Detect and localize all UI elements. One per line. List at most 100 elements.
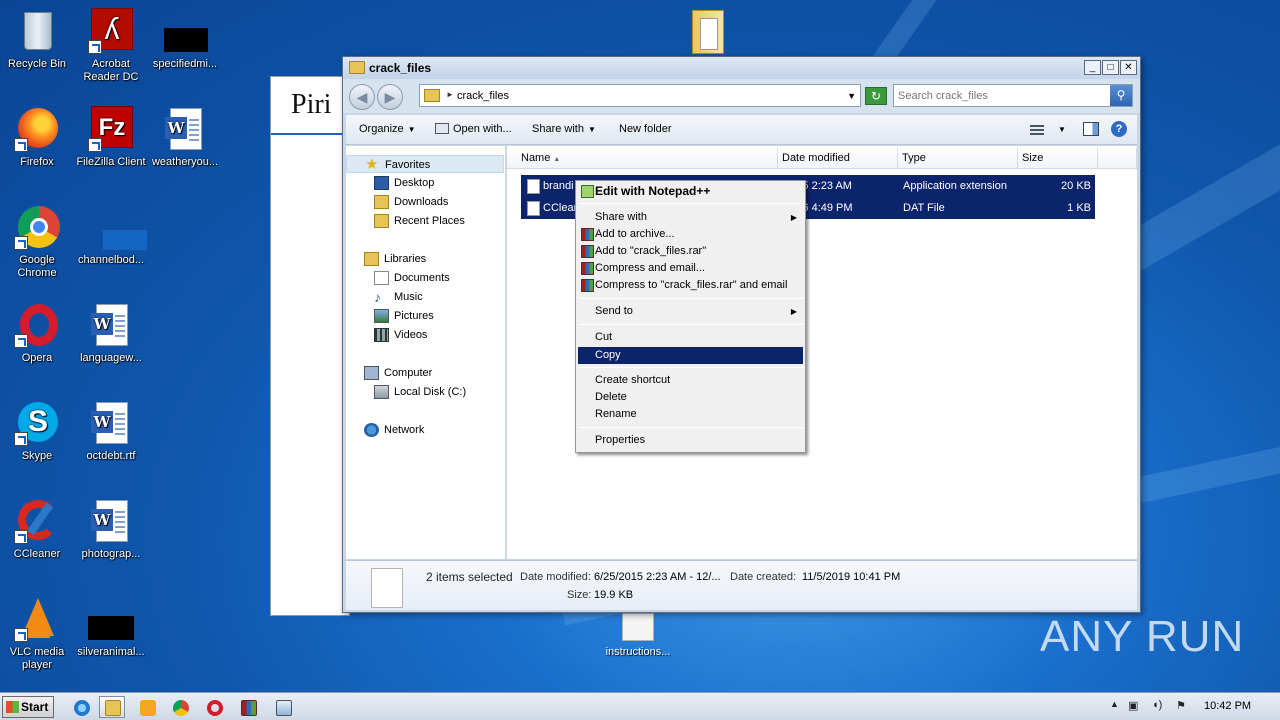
preview-pane-icon[interactable] <box>1083 122 1099 136</box>
search-box[interactable]: ⚲ <box>893 84 1133 107</box>
desktop-icon-label: languagew... <box>80 352 142 364</box>
column-header-type[interactable]: Type <box>898 148 1018 169</box>
desktop-icon-skype[interactable]: S Skype <box>0 400 74 463</box>
chevron-right-icon[interactable]: ► <box>446 90 454 99</box>
dll-file-icon <box>527 179 540 194</box>
media-player-icon <box>140 700 156 716</box>
desktop-icon-instructions[interactable]: instructions... <box>588 613 688 658</box>
command-bar: Organize ▼ Open with... Share with ▼ New f… <box>346 115 1137 145</box>
nav-item-computer[interactable]: Computer <box>346 364 504 382</box>
refresh-button[interactable]: ↻ <box>865 87 887 105</box>
desktop-icon-firefox[interactable]: Firefox <box>0 106 74 169</box>
share-with-button[interactable]: Share with ▼ <box>532 123 596 135</box>
nav-item-libraries[interactable]: Libraries <box>346 250 504 268</box>
action-center-flag-icon[interactable]: ⚑ <box>1176 699 1186 712</box>
column-header-date-modified[interactable]: Date modified <box>778 148 898 169</box>
folder-icon[interactable] <box>690 6 726 54</box>
taskbar-media-player[interactable] <box>134 696 160 718</box>
menu-item-copy[interactable]: Copy <box>578 347 803 364</box>
search-icon[interactable]: ⚲ <box>1110 85 1132 106</box>
desktop-icon-acrobat[interactable]: ʎ Acrobat Reader DC <box>74 8 148 84</box>
show-hidden-icons-icon[interactable]: ▲ <box>1110 699 1119 709</box>
nav-item-recent-places[interactable]: Recent Places <box>346 212 504 230</box>
forward-button[interactable]: ▶ <box>377 84 403 110</box>
search-input[interactable] <box>898 88 1108 104</box>
taskbar-opera[interactable] <box>201 696 227 718</box>
desktop-icon-channelbod[interactable]: channelbod... <box>74 204 148 267</box>
desktop-icon-chrome[interactable]: Google Chrome <box>0 204 74 280</box>
minimize-button[interactable]: _ <box>1084 60 1101 75</box>
menu-item-cut[interactable]: Cut <box>578 329 803 346</box>
address-bar[interactable]: ► crack_files ▼ <box>419 84 861 107</box>
chevron-down-icon[interactable]: ▼ <box>1058 125 1066 134</box>
chevron-right-icon: ▶ <box>790 307 797 316</box>
column-header-name[interactable]: Name ▲ <box>507 148 778 169</box>
nav-item-videos[interactable]: Videos <box>346 326 504 344</box>
start-button[interactable]: Start <box>2 696 54 718</box>
menu-item-delete[interactable]: Delete <box>578 389 803 406</box>
desktop-icon-specifiedmi[interactable]: specifiedmi... <box>148 8 222 71</box>
nav-item-documents[interactable]: Documents <box>346 269 504 287</box>
clock[interactable]: 10:42 PM <box>1204 700 1251 712</box>
desktop-icon-label: VLC media player <box>9 646 65 671</box>
desktop-icon-ccleaner[interactable]: CCleaner <box>0 498 74 561</box>
menu-item-compress-rar-email[interactable]: Compress to "crack_files.rar" and email <box>578 277 803 294</box>
nav-item-network[interactable]: Network <box>346 421 504 439</box>
help-icon[interactable]: ? <box>1111 121 1127 137</box>
title-bar[interactable]: crack_files _ □ ✕ <box>343 57 1140 79</box>
organize-button[interactable]: Organize ▼ <box>359 123 416 135</box>
text-file-icon <box>622 613 654 641</box>
close-button[interactable]: ✕ <box>1120 60 1137 75</box>
menu-item-add-archive[interactable]: Add to archive... <box>578 226 803 243</box>
winrar-icon <box>581 245 594 258</box>
desktop-icon-octdebt[interactable]: W octdebt.rtf <box>74 400 148 463</box>
menu-item-share-with[interactable]: Share with ▶ <box>578 209 803 226</box>
nav-item-music[interactable]: ♪ Music <box>346 288 504 306</box>
menu-item-label: Compress to "crack_files.rar" and email <box>595 279 788 291</box>
menu-item-properties[interactable]: Properties <box>578 432 803 449</box>
desktop-icon-silveranimal[interactable]: silveranimal... <box>74 596 148 659</box>
desktop-icon-languagew[interactable]: W languagew... <box>74 302 148 365</box>
desktop-icon-vlc[interactable]: VLC media player <box>0 596 74 672</box>
menu-item-compress-email[interactable]: Compress and email... <box>578 260 803 277</box>
view-options-icon[interactable] <box>1030 125 1044 135</box>
desktop-icon-opera[interactable]: Opera <box>0 302 74 365</box>
new-folder-button[interactable]: New folder <box>619 123 672 135</box>
desktop-icon-weatheryou[interactable]: W weatheryou... <box>148 106 222 169</box>
desktop-icon-filezilla[interactable]: Fz FileZilla Client <box>74 106 148 169</box>
volume-icon[interactable]: ◖) <box>1152 699 1162 711</box>
menu-item-edit-notepad[interactable]: Edit with Notepad++ <box>578 183 803 200</box>
open-with-label: Open with... <box>453 123 512 135</box>
taskbar-chrome[interactable] <box>167 696 193 718</box>
sort-up-icon: ▲ <box>553 156 561 163</box>
column-header-size[interactable]: Size <box>1018 148 1098 169</box>
nav-item-desktop[interactable]: Desktop <box>346 174 504 192</box>
menu-item-create-shortcut[interactable]: Create shortcut <box>578 372 803 389</box>
background-window[interactable]: Piri <box>270 76 351 616</box>
back-button[interactable]: ◀ <box>349 84 375 110</box>
open-with-button[interactable]: Open with... <box>435 123 512 135</box>
taskbar-ie[interactable] <box>68 696 94 718</box>
desktop-icon-recycle-bin[interactable]: Recycle Bin <box>0 8 74 71</box>
winrar-icon <box>581 279 594 292</box>
menu-item-send-to[interactable]: Send to ▶ <box>578 303 803 320</box>
desktop-icon-photograp[interactable]: W photograp... <box>74 498 148 561</box>
nav-item-pictures[interactable]: Pictures <box>346 307 504 325</box>
nav-item-favorites[interactable]: ★ Favorites <box>346 155 504 173</box>
nav-item-local-disk[interactable]: Local Disk (C:) <box>346 383 504 401</box>
menu-item-add-rar[interactable]: Add to "crack_files.rar" <box>578 243 803 260</box>
date-modified-label: Date modified: <box>520 571 591 583</box>
network-tray-icon[interactable]: ▣ <box>1128 699 1138 712</box>
menu-item-rename[interactable]: Rename <box>578 406 803 423</box>
nav-item-label: Network <box>384 424 425 436</box>
chevron-down-icon[interactable]: ▼ <box>847 91 856 101</box>
taskbar-app[interactable] <box>270 696 296 718</box>
recycle-bin-icon <box>14 8 60 54</box>
videos-icon <box>374 328 389 342</box>
taskbar-winrar[interactable] <box>235 696 261 718</box>
maximize-button[interactable]: □ <box>1102 60 1119 75</box>
date-created-value: 11/5/2019 10:41 PM <box>802 571 901 583</box>
skype-icon: S <box>14 400 60 446</box>
taskbar-explorer[interactable] <box>99 696 125 718</box>
nav-item-downloads[interactable]: Downloads <box>346 193 504 211</box>
